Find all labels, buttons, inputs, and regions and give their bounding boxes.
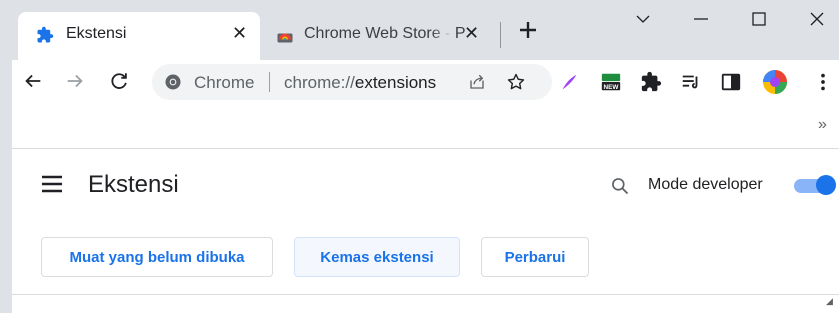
site-chip-label: Chrome [194, 73, 255, 92]
feather-pen-extension-icon[interactable] [558, 71, 580, 93]
tab-separator [500, 22, 501, 48]
developer-mode-toggle[interactable] [794, 175, 839, 195]
scroll-corner-arrow-icon[interactable]: ◢ [826, 296, 833, 307]
more-menu-icon[interactable] [812, 71, 834, 93]
close-window-icon[interactable] [806, 8, 828, 30]
back-arrow-icon[interactable] [22, 70, 44, 92]
bookmarks-overflow-icon[interactable]: » [818, 116, 827, 134]
pack-extension-button[interactable]: Kemas ekstensi [294, 237, 460, 277]
bookmarks-bar: » [12, 104, 839, 149]
omnibox-separator [269, 72, 270, 92]
toggle-knob [816, 175, 836, 195]
address-bar[interactable]: Chrome chrome://extensions [152, 64, 552, 100]
side-panel-icon[interactable] [720, 71, 742, 93]
page-title: Ekstensi [88, 171, 179, 198]
browser-toolbar: Chrome chrome://extensions NEW [12, 60, 839, 104]
chrome-web-store-icon [277, 33, 293, 43]
forward-arrow-icon[interactable] [64, 70, 86, 92]
minimize-icon[interactable] [690, 8, 712, 30]
hamburger-menu-icon[interactable] [42, 175, 62, 193]
tab-close-icon[interactable]: ✕ [232, 23, 247, 44]
share-icon[interactable] [468, 73, 486, 91]
new-tab-plus-icon[interactable] [516, 18, 540, 42]
reading-list-icon[interactable] [680, 71, 702, 93]
bookmark-star-icon[interactable] [506, 72, 526, 92]
tab-title-fade [432, 22, 452, 48]
tab-title: Ekstensi [66, 25, 127, 42]
tab-close-icon[interactable]: ✕ [464, 23, 479, 44]
extensions-header: Ekstensi Mode developer [12, 149, 839, 221]
profile-avatar-icon[interactable] [762, 69, 788, 95]
url-text: chrome://extensions [284, 73, 437, 92]
toolbar-divider [12, 294, 839, 295]
svg-text:NEW: NEW [604, 84, 620, 91]
search-icon[interactable] [610, 176, 630, 196]
update-button[interactable]: Perbarui [481, 237, 589, 277]
load-unpacked-button[interactable]: Muat yang belum dibuka [41, 237, 273, 277]
window-left-edge [0, 0, 12, 313]
developer-mode-label: Mode developer [648, 176, 763, 193]
tab-ekstensi[interactable]: Ekstensi ✕ [18, 12, 260, 60]
reload-icon[interactable] [108, 70, 130, 92]
maximize-icon[interactable] [748, 8, 770, 30]
extensions-puzzle-icon[interactable] [640, 71, 662, 93]
tab-chrome-web-store[interactable]: Chrome Web Store - P ✕ [262, 12, 494, 60]
puzzle-icon [37, 26, 54, 43]
tab-search-chevron-icon[interactable] [632, 8, 654, 30]
chrome-logo-icon [165, 74, 181, 90]
new-badge-extension-icon[interactable]: NEW [600, 71, 622, 93]
